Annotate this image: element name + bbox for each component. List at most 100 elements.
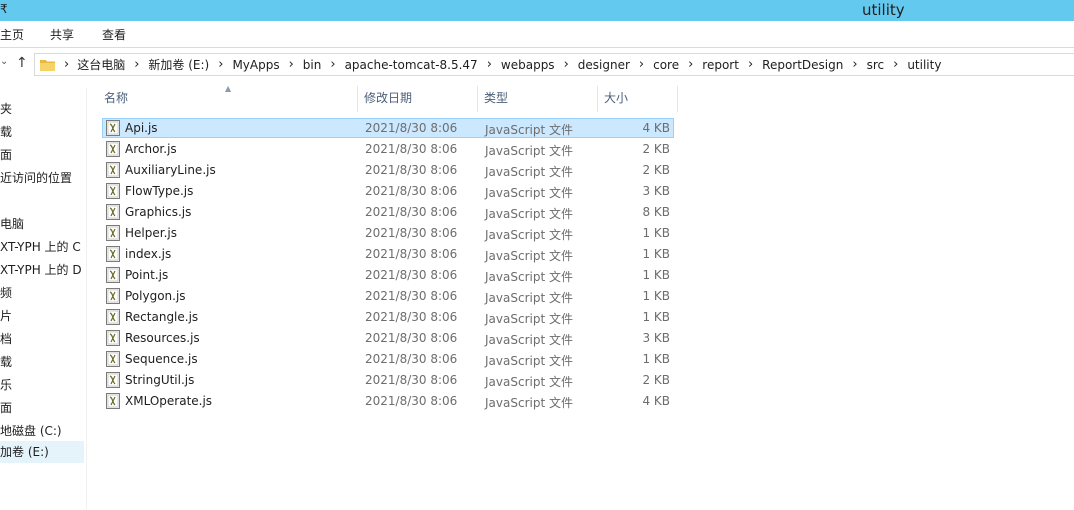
chevron-right-icon[interactable]: › (134, 57, 139, 72)
up-arrow-icon[interactable]: ↑ (16, 55, 28, 71)
breadcrumb-item[interactable]: ReportDesign (762, 58, 843, 72)
file-size: 4 KB (642, 394, 670, 408)
nav-item[interactable]: 加卷 (E:) (0, 441, 84, 463)
chevron-right-icon[interactable]: › (289, 57, 294, 72)
file-type: JavaScript 文件 (485, 207, 573, 221)
breadcrumb-item[interactable]: core (653, 58, 679, 72)
nav-item[interactable]: XT-YPH 上的 D (0, 261, 82, 278)
nav-item[interactable]: 夹 (0, 100, 12, 117)
nav-item[interactable]: 频 (0, 284, 12, 301)
nav-item[interactable]: 乐 (0, 376, 12, 393)
chevron-right-icon[interactable]: › (639, 57, 644, 72)
nav-item[interactable]: 载 (0, 353, 12, 370)
nav-item[interactable]: 地磁盘 (C:) (0, 422, 62, 439)
file-name: Polygon.js (125, 289, 186, 303)
javascript-file-icon (106, 372, 120, 388)
file-size: 2 KB (642, 163, 670, 177)
file-date: 2021/8/30 8:06 (365, 121, 458, 135)
file-row[interactable]: Resources.js 2021/8/30 8:06 JavaScript 文件 3… (100, 328, 675, 349)
breadcrumb-item[interactable]: designer (578, 58, 630, 72)
file-row[interactable]: Rectangle.js 2021/8/30 8:06 JavaScript 文件 1… (100, 307, 675, 328)
file-name: index.js (125, 247, 172, 261)
file-type: JavaScript 文件 (485, 375, 573, 389)
nav-item[interactable]: 近访问的位置 (0, 169, 72, 186)
breadcrumb-item[interactable]: bin (303, 58, 322, 72)
file-row[interactable]: Graphics.js 2021/8/30 8:06 JavaScript 文件 8 … (100, 202, 675, 223)
column-header-type[interactable]: 类型 (478, 86, 598, 112)
javascript-file-icon (106, 309, 120, 325)
javascript-file-icon (106, 246, 120, 262)
nav-item[interactable]: 电脑 (0, 215, 24, 232)
file-row[interactable]: XMLOperate.js 2021/8/30 8:06 JavaScript 文件… (100, 391, 675, 412)
file-size: 4 KB (642, 121, 670, 135)
column-header-date[interactable]: 修改日期 (358, 86, 478, 112)
breadcrumb-item[interactable]: report (702, 58, 739, 72)
navigation-pane: 夹载面近访问的位置 电脑 XT-YPH 上的 C XT-YPH 上的 D频片档载乐面地… (0, 88, 87, 510)
ribbon-tabs: 主页 共享 查看 (0, 21, 1074, 48)
file-type: JavaScript 文件 (485, 228, 573, 242)
file-type: JavaScript 文件 (485, 396, 573, 410)
file-name: StringUtil.js (125, 373, 195, 387)
chevron-right-icon[interactable]: › (564, 57, 569, 72)
file-size: 3 KB (642, 184, 670, 198)
file-size: 3 KB (642, 331, 670, 345)
file-date: 2021/8/30 8:06 (365, 310, 458, 324)
tab-view[interactable]: 查看 (102, 26, 126, 43)
file-type: JavaScript 文件 (485, 270, 573, 284)
tab-share[interactable]: 共享 (50, 26, 74, 43)
nav-item[interactable]: 面 (0, 399, 12, 416)
chevron-right-icon[interactable]: › (852, 57, 857, 72)
breadcrumb-item[interactable]: utility (907, 58, 941, 72)
nav-item[interactable]: 面 (0, 146, 12, 163)
javascript-file-icon (106, 393, 120, 409)
file-size: 1 KB (642, 247, 670, 261)
file-row[interactable]: Polygon.js 2021/8/30 8:06 JavaScript 文件 1 K… (100, 286, 675, 307)
file-type: JavaScript 文件 (485, 354, 573, 368)
file-row[interactable]: StringUtil.js 2021/8/30 8:06 JavaScript 文件… (100, 370, 675, 391)
file-date: 2021/8/30 8:06 (365, 247, 458, 261)
chevron-right-icon[interactable]: › (330, 57, 335, 72)
file-name: Resources.js (125, 331, 200, 345)
column-header-size[interactable]: 大小 (598, 86, 678, 112)
chevron-right-icon[interactable]: › (893, 57, 898, 72)
quick-access-dropdown-icon[interactable]: ₹ (0, 2, 8, 16)
file-row[interactable]: index.js 2021/8/30 8:06 JavaScript 文件 1 KB (100, 244, 675, 265)
chevron-right-icon[interactable]: › (64, 57, 69, 72)
nav-item[interactable]: XT-YPH 上的 C (0, 238, 81, 255)
file-row[interactable]: Sequence.js 2021/8/30 8:06 JavaScript 文件 1 … (100, 349, 675, 370)
javascript-file-icon (106, 183, 120, 199)
chevron-right-icon[interactable]: › (218, 57, 223, 72)
file-row[interactable]: Api.js 2021/8/30 8:06 JavaScript 文件 4 KB (100, 118, 675, 139)
file-row[interactable]: FlowType.js 2021/8/30 8:06 JavaScript 文件 3 … (100, 181, 675, 202)
breadcrumb-item[interactable]: apache-tomcat-8.5.47 (345, 58, 478, 72)
file-date: 2021/8/30 8:06 (365, 373, 458, 387)
address-bar[interactable]: › 这台电脑 › 新加卷 (E:) › MyApps › bin › apache-tomcat-… (34, 53, 1074, 76)
breadcrumb-item[interactable]: 新加卷 (E:) (148, 56, 209, 73)
column-header-name[interactable]: 名称 (98, 86, 358, 112)
breadcrumb-item[interactable]: 这台电脑 (77, 56, 125, 73)
file-row[interactable]: Helper.js 2021/8/30 8:06 JavaScript 文件 1 KB (100, 223, 675, 244)
recent-locations-dropdown-icon[interactable]: ⌄ (0, 56, 8, 67)
breadcrumb-item[interactable]: src (867, 58, 885, 72)
window-title: utility (862, 1, 905, 19)
tab-home[interactable]: 主页 (0, 26, 24, 43)
file-row[interactable]: Archor.js 2021/8/30 8:06 JavaScript 文件 2 KB (100, 139, 675, 160)
breadcrumb-item[interactable]: webapps (501, 58, 555, 72)
file-row[interactable]: Point.js 2021/8/30 8:06 JavaScript 文件 1 KB (100, 265, 675, 286)
breadcrumb-item[interactable]: MyApps (232, 58, 279, 72)
file-type: JavaScript 文件 (485, 312, 573, 326)
nav-item[interactable]: 档 (0, 330, 12, 347)
nav-item[interactable]: 载 (0, 123, 12, 140)
javascript-file-icon (106, 162, 120, 178)
file-name: Point.js (125, 268, 169, 282)
chevron-right-icon[interactable]: › (487, 57, 492, 72)
file-row[interactable]: AuxiliaryLine.js 2021/8/30 8:06 JavaScript… (100, 160, 675, 181)
nav-item[interactable]: 片 (0, 307, 12, 324)
address-row: ⌄ ↑ › 这台电脑 › 新加卷 (E:) › MyApps › bin › apache-tom… (0, 48, 1074, 83)
file-size: 8 KB (642, 205, 670, 219)
chevron-right-icon[interactable]: › (688, 57, 693, 72)
chevron-right-icon[interactable]: › (748, 57, 753, 72)
file-date: 2021/8/30 8:06 (365, 268, 458, 282)
file-date: 2021/8/30 8:06 (365, 205, 458, 219)
file-name: Helper.js (125, 226, 177, 240)
